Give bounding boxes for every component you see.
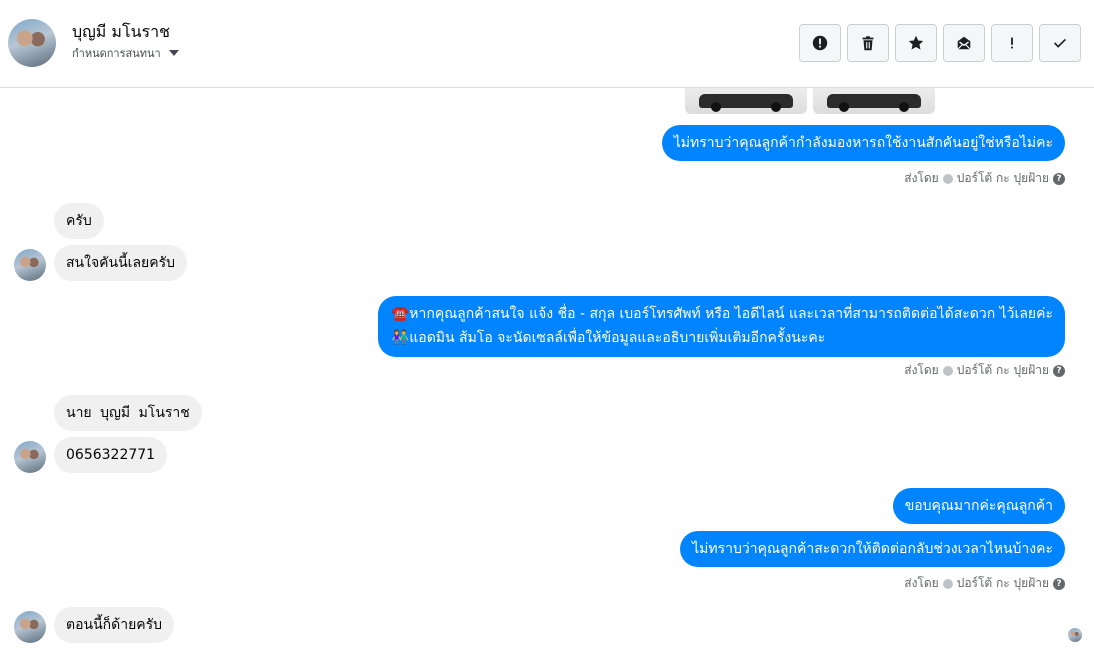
conversation-header: บุญมี มโนราช กำหนดการสนทนา [0, 0, 1094, 88]
trash-icon [862, 36, 874, 51]
message-incoming[interactable]: 0656322771 [54, 437, 168, 473]
sent-by-agent[interactable]: ปอร์โต้ กะ ปุยฝ้าย [957, 169, 1049, 188]
mail-icon [957, 36, 971, 50]
sent-by-agent[interactable]: ปอร์โต้ กะ ปุยฝ้าย [957, 361, 1049, 380]
exclamation-icon [1011, 37, 1013, 49]
star-button[interactable] [895, 24, 937, 62]
help-icon[interactable]: ? [1053, 364, 1065, 377]
done-button[interactable] [1039, 24, 1081, 62]
contact-avatar[interactable] [8, 19, 56, 67]
header-actions [799, 24, 1081, 62]
help-icon[interactable]: ? [1053, 172, 1065, 185]
delete-button[interactable] [847, 24, 889, 62]
message-incoming[interactable]: สนใจคันนี้เลยครับ [54, 245, 187, 281]
message-line: ☎️หากคุณลูกค้าสนใจ แจ้ง ชื่อ - สกุล เบอร… [391, 306, 1053, 322]
star-icon [908, 35, 924, 50]
agent-status-icon [942, 365, 953, 376]
message-outgoing[interactable]: ไม่ทราบว่าคุณลูกค้าสะดวกให้ติดต่อกลับช่ว… [680, 531, 1065, 567]
conversation-schedule-label: กำหนดการสนทนา [72, 47, 161, 60]
help-icon[interactable]: ? [1053, 577, 1065, 590]
message-incoming[interactable]: ตอนนี้ก็ด้ายครับ [54, 607, 175, 643]
sent-by-label: ส่งโดย ปอร์โต้ กะ ปุยฝ้าย ? [904, 169, 1065, 188]
agent-status-icon [942, 578, 953, 589]
contact-avatar-small[interactable] [14, 611, 46, 643]
agent-status-icon [942, 173, 953, 184]
mark-unread-button[interactable] [943, 24, 985, 62]
message-thread[interactable]: ไม่ทราบว่าคุณลูกค้ากำลังมองหารถใช้งานสัก… [0, 88, 1094, 665]
caret-down-icon [168, 50, 179, 56]
message-outgoing-multiline[interactable]: ☎️หากคุณลูกค้าสนใจ แจ้ง ชื่อ - สกุล เบอร… [377, 296, 1065, 357]
spam-button[interactable] [991, 24, 1033, 62]
sent-by-label: ส่งโดย ปอร์โต้ กะ ปุยฝ้าย ? [904, 574, 1065, 593]
conversation-schedule-dropdown[interactable]: กำหนดการสนทนา [72, 44, 179, 62]
vehicle-photo-1[interactable] [685, 88, 807, 114]
sent-by-prefix: ส่งโดย [904, 576, 939, 590]
message-outgoing[interactable]: ขอบคุณมากค่ะคุณลูกค้า [892, 488, 1065, 524]
contact-avatar-small[interactable] [14, 249, 46, 281]
check-icon [1054, 38, 1066, 48]
seen-indicator-avatar [1068, 628, 1082, 642]
sent-by-agent[interactable]: ปอร์โต้ กะ ปุยฝ้าย [957, 574, 1049, 593]
message-outgoing[interactable]: ไม่ทราบว่าคุณลูกค้ากำลังมองหารถใช้งานสัก… [661, 125, 1065, 161]
message-incoming[interactable]: นาย บุญมี มโนราช [54, 395, 202, 431]
sent-by-prefix: ส่งโดย [904, 171, 939, 185]
alert-circle-icon [812, 35, 828, 51]
contact-avatar-small[interactable] [14, 441, 46, 473]
message-incoming[interactable]: ครับ [54, 203, 104, 239]
contact-name[interactable]: บุญมี มโนราช [72, 20, 170, 45]
message-line: 👫แอดมิน ส้มโอ จะนัดเซลล์เพื่อให้ข้อมูลแล… [391, 330, 826, 346]
vehicle-photo-2[interactable] [813, 88, 935, 114]
sent-by-label: ส่งโดย ปอร์โต้ กะ ปุยฝ้าย ? [904, 361, 1065, 380]
report-button[interactable] [799, 24, 841, 62]
sent-by-prefix: ส่งโดย [904, 363, 939, 377]
